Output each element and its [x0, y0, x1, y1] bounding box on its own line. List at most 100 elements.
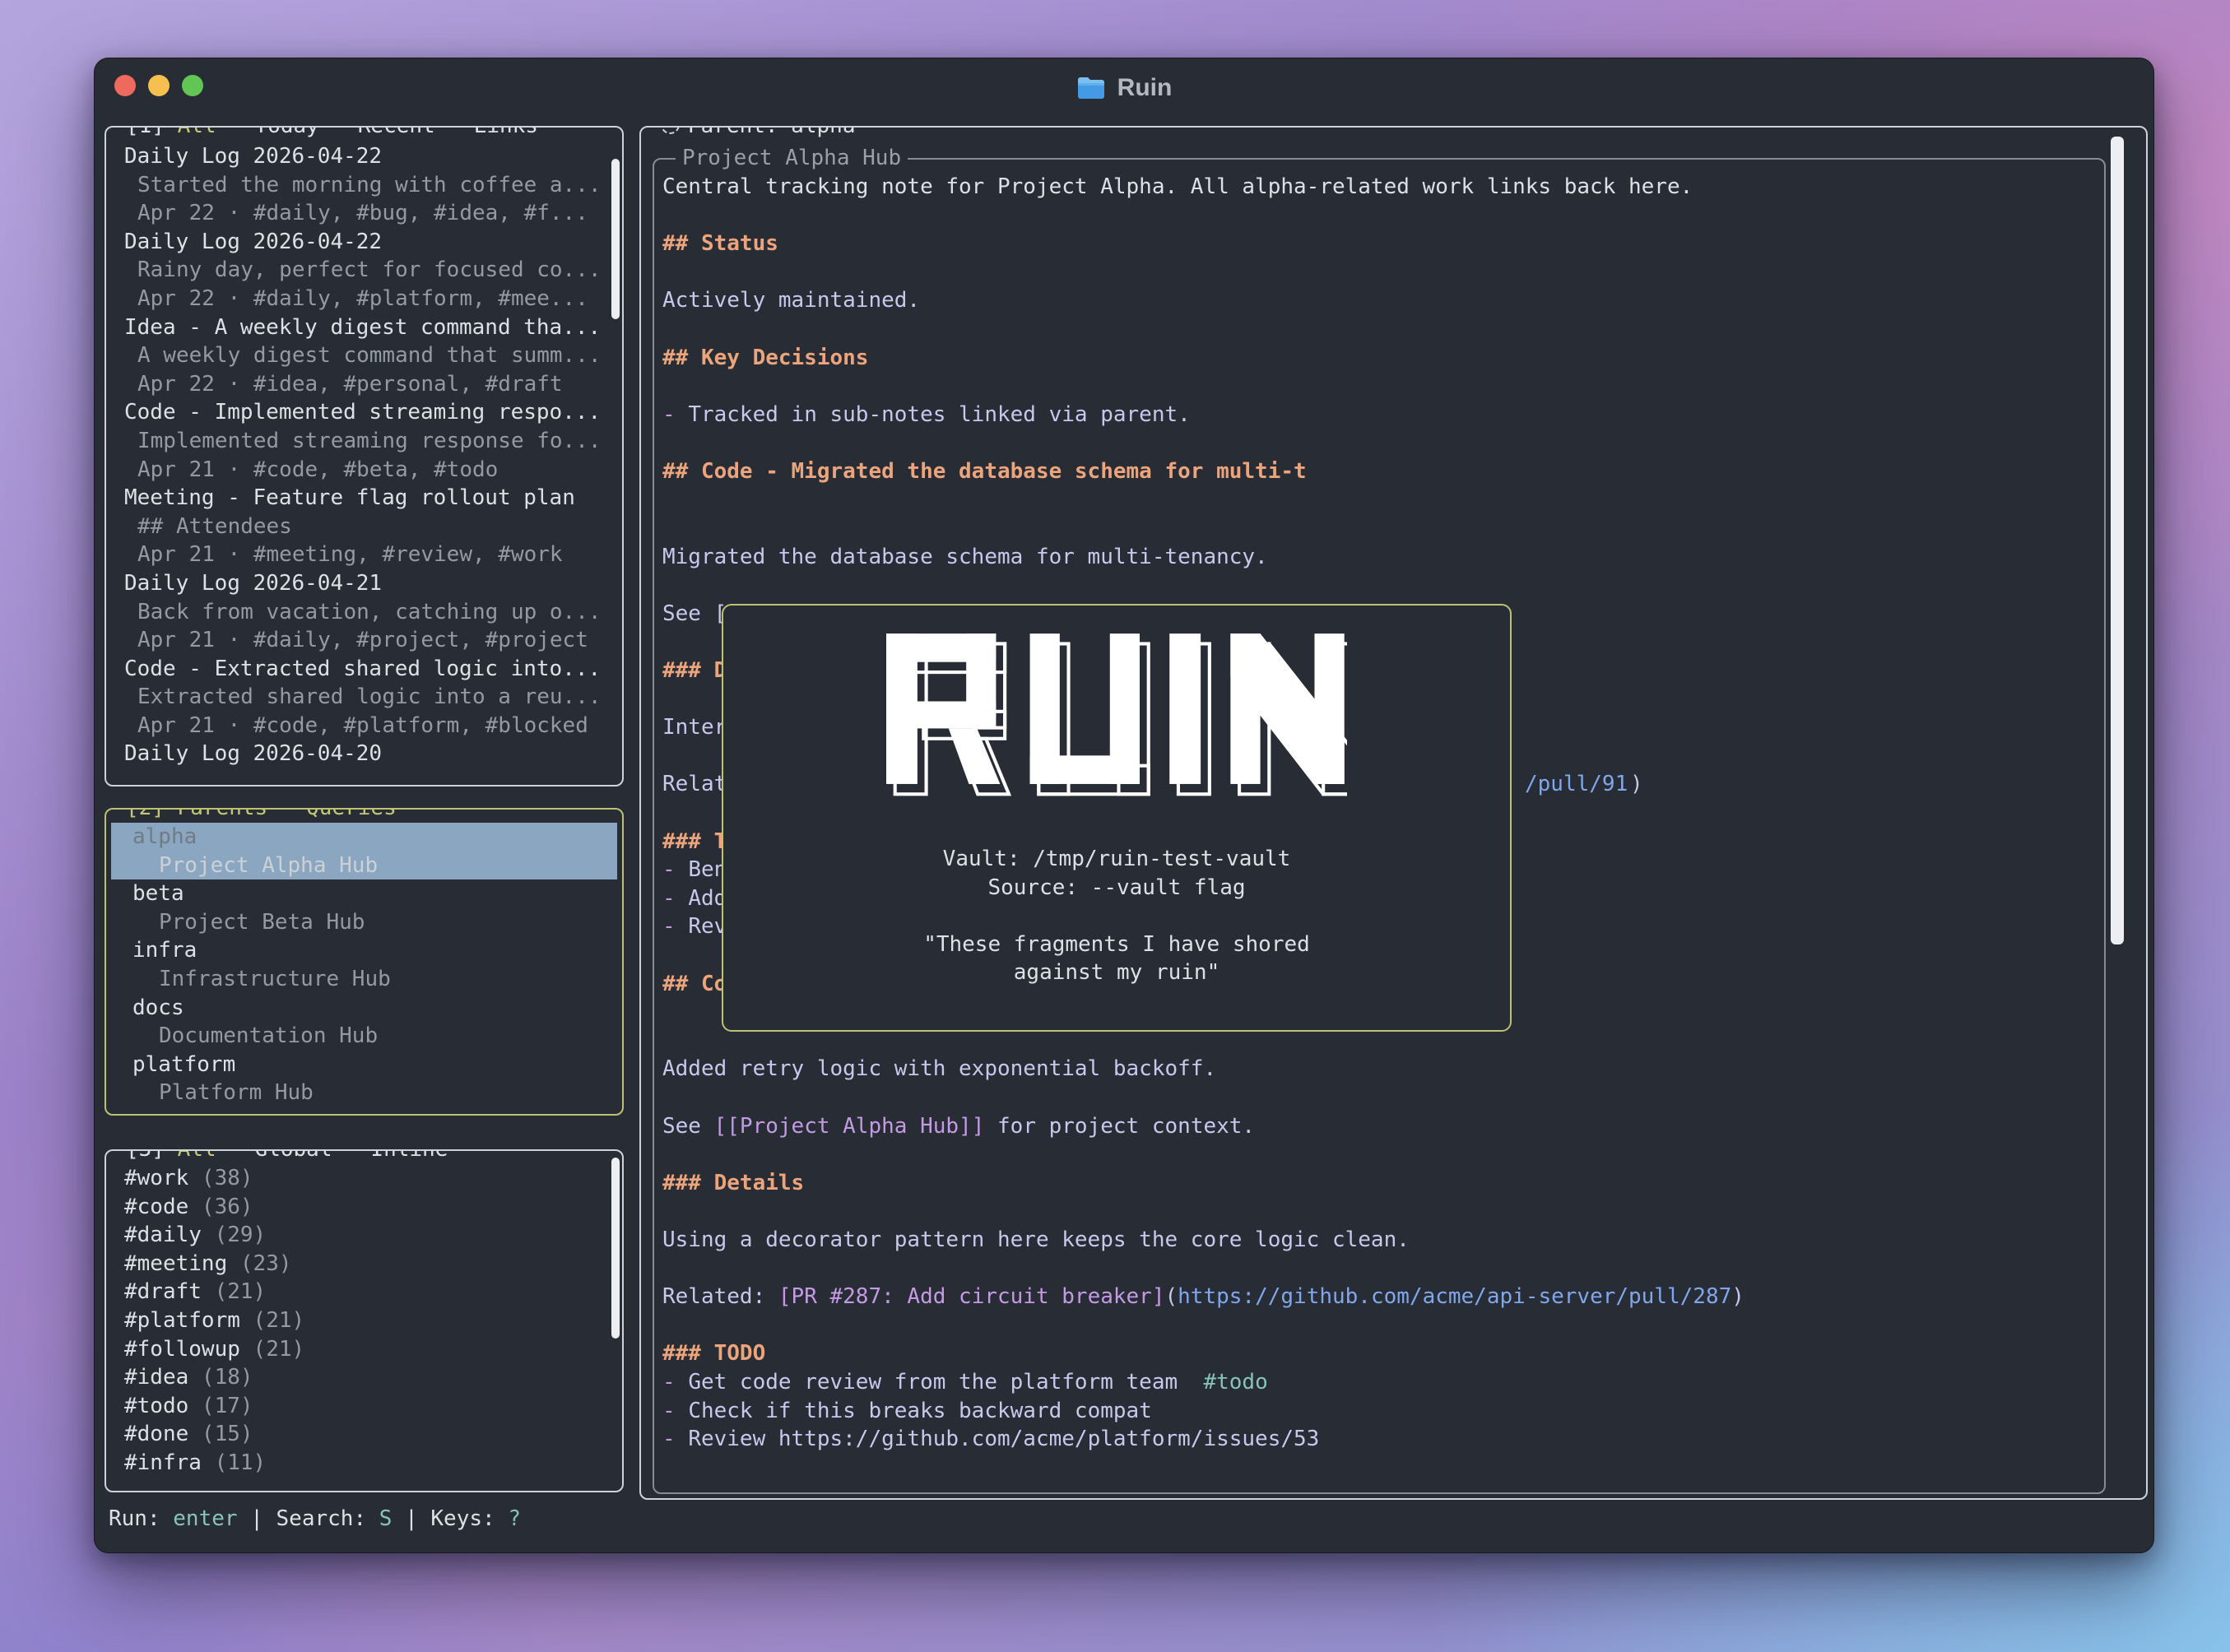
tag-list-item[interactable]: #code (36): [124, 1193, 616, 1222]
text-segment: Inter: [662, 715, 727, 740]
tag-name: #code: [124, 1195, 188, 1219]
note-item-meta: Apr 22 · #daily, #platform, #mee...: [124, 285, 616, 313]
tag-name: #platform: [124, 1308, 240, 1333]
parent-name: alpha: [111, 823, 617, 852]
note-scrollbar-thumb[interactable]: [2111, 137, 2124, 944]
notes-panel-title[interactable]: [1]─All - Today - Recent - Links: [119, 126, 545, 141]
tag-count: (38): [188, 1166, 253, 1190]
tag-list-item[interactable]: #meeting (23): [124, 1250, 616, 1278]
note-content-line: - Tracked in sub-notes linked via parent…: [662, 401, 2099, 429]
text-segment: Review https://github.com/acme/platform/…: [688, 1427, 1319, 1451]
text-segment: against my ruin": [1014, 960, 1220, 985]
parent-name: infra: [111, 936, 617, 965]
text-segment: (: [1165, 1284, 1178, 1309]
tags-panel-title[interactable]: [3]─All - Global - Inline: [119, 1149, 454, 1164]
note-list-item[interactable]: Code - Extracted shared logic into...Ext…: [124, 655, 616, 740]
text-segment: S: [379, 1506, 393, 1531]
parents-panel-title[interactable]: [2]─Parents - Queries: [119, 808, 403, 823]
text-segment: -: [662, 886, 688, 911]
note-content-line: ## Key Decisions: [662, 344, 2099, 373]
parent-name: beta: [111, 879, 617, 908]
tag-list-item[interactable]: #followup (21): [124, 1335, 616, 1364]
note-content-line: [662, 486, 2099, 515]
ruin-logo: [886, 633, 1347, 800]
tag-list-item[interactable]: #daily (29): [124, 1221, 616, 1250]
tag-name: #idea: [124, 1365, 188, 1390]
text-segment: [3]─: [126, 1149, 178, 1162]
note-list-item[interactable]: Daily Log 2026-04-22Started the morning …: [124, 142, 616, 228]
tag-count: (23): [227, 1251, 291, 1276]
about-dialog-line: against my ruin": [723, 958, 1510, 987]
parents-panel: [2]─Parents - Queries alphaProject Alpha…: [105, 808, 624, 1116]
text-segment: Added retry logic with exponential backo…: [662, 1056, 1216, 1081]
note-content-line: ## Status: [662, 230, 2099, 258]
parent-list-item[interactable]: platformPlatform Hub: [111, 1051, 617, 1107]
text-segment: ### T: [662, 829, 727, 854]
note-item-title: Idea - A weekly digest command tha...: [124, 313, 616, 342]
note-content-line: Migrated the database schema for multi-t…: [662, 543, 2099, 572]
tag-list-item[interactable]: #draft (21): [124, 1278, 616, 1306]
tag-name: #infra: [124, 1450, 202, 1475]
note-list-item[interactable]: Daily Log 2026-04-21Back from vacation, …: [124, 569, 616, 655]
text-segment: ### TODO: [662, 1341, 765, 1366]
text-segment: ## Key Decisions: [662, 346, 868, 370]
tag-list-item[interactable]: #done (15): [124, 1420, 616, 1449]
parent-list-item[interactable]: betaProject Beta Hub: [111, 879, 617, 936]
parent-breadcrumb: Parent: alpha: [688, 126, 856, 138]
note-item-meta: Apr 21 · #code, #beta, #todo: [124, 456, 616, 485]
text-segment: ?: [508, 1506, 521, 1531]
about-dialog-line: Vault: /tmp/ruin-test-vault: [723, 845, 1510, 874]
note-item-meta: Apr 22 · #idea, #personal, #draft: [124, 370, 616, 399]
note-list-item[interactable]: Daily Log 2026-04-22Rainy day, perfect f…: [124, 228, 616, 313]
tag-name: #done: [124, 1422, 188, 1446]
note-content-line: ## Code - Migrated the database schema f…: [662, 457, 2099, 486]
note-content-line: Actively maintained.: [662, 286, 2099, 315]
note-list-item[interactable]: Idea - A weekly digest command tha...A w…: [124, 313, 616, 399]
note-item-snippet: A weekly digest command that summ...: [124, 341, 616, 370]
note-item-snippet: Rainy day, perfect for focused co...: [124, 256, 616, 285]
note-item-meta: Apr 21 · #code, #platform, #blocked: [124, 712, 616, 740]
parent-list-item[interactable]: alphaProject Alpha Hub: [111, 823, 617, 879]
notes-scrollbar-thumb[interactable]: [611, 159, 620, 319]
about-dialog-line: "These fragments I have shored: [723, 930, 1510, 959]
text-segment: Tracked in sub-notes linked via parent.: [688, 402, 1190, 427]
note-item-snippet: Started the morning with coffee a...: [124, 171, 616, 200]
note-item-title: Daily Log 2026-04-20: [124, 740, 616, 768]
tag-list-item[interactable]: #platform (21): [124, 1306, 616, 1335]
parent-list-item[interactable]: docsDocumentation Hub: [111, 994, 617, 1051]
note-title: Project Alpha Hub: [676, 144, 908, 173]
folder-icon: [1076, 76, 1106, 100]
note-content-line: Using a decorator pattern here keeps the…: [662, 1226, 2099, 1255]
tag-list-item[interactable]: #todo (17): [124, 1392, 616, 1421]
text-segment: [2]─Parents - Queries: [126, 808, 397, 820]
note-content-line: [662, 372, 2099, 401]
titlebar[interactable]: Ruin: [95, 58, 2153, 118]
tag-name: #followup: [124, 1337, 240, 1362]
note-content-line: - Get code review from the platform team…: [662, 1368, 2099, 1397]
text-segment: See [: [662, 601, 727, 626]
note-content-line: ### Details: [662, 1169, 2099, 1198]
window-title-area: Ruin: [95, 58, 2153, 118]
status-bar: Run: enter | Search: S | Keys: ?: [109, 1505, 521, 1534]
tags-scrollbar-thumb[interactable]: [611, 1158, 620, 1339]
parent-list-item[interactable]: infraInfrastructure Hub: [111, 936, 617, 993]
note-list-item[interactable]: Meeting - Feature flag rollout plan## At…: [124, 484, 616, 569]
text-segment: [1]─: [126, 126, 178, 138]
note-content-line: [662, 571, 2099, 600]
parent-hub-title: Project Alpha Hub: [111, 852, 617, 880]
text-segment: -: [662, 1399, 688, 1423]
parent-name: platform: [111, 1051, 617, 1079]
text-segment: ### D: [662, 658, 727, 683]
note-item-title: Meeting - Feature flag rollout plan: [124, 484, 616, 513]
note-view-header: Parent: alpha: [654, 126, 862, 141]
note-content-line: [662, 514, 2099, 543]
text-segment: Source: --vault flag: [987, 875, 1245, 900]
text-segment: Related:: [662, 1284, 778, 1309]
note-list-item[interactable]: Code - Implemented streaming respo...Imp…: [124, 398, 616, 484]
tag-list-item[interactable]: #idea (18): [124, 1363, 616, 1392]
tag-list-item[interactable]: #work (38): [124, 1164, 616, 1193]
tag-list-item[interactable]: #infra (11): [124, 1449, 616, 1478]
note-list-item[interactable]: Daily Log 2026-04-20: [124, 740, 616, 768]
tag-name: #work: [124, 1166, 188, 1190]
tag-count: (36): [188, 1195, 253, 1219]
